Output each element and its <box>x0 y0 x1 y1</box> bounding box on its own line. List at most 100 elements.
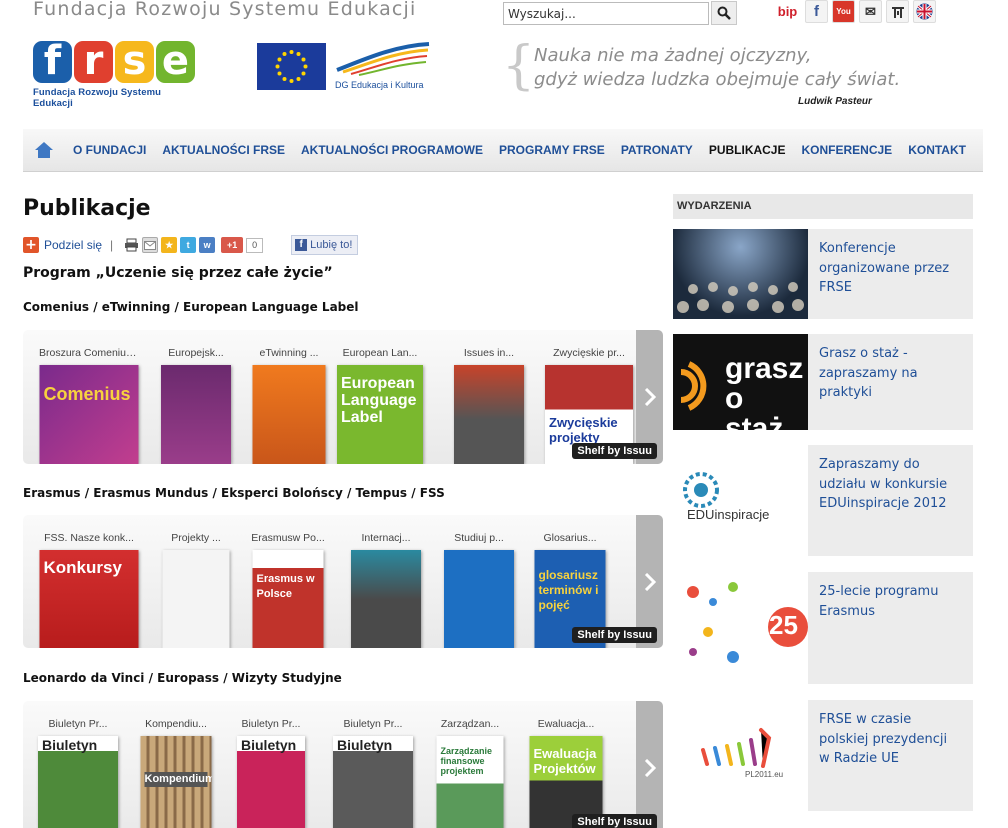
shelf-book[interactable]: Biuletyn Pr... Biuletyn <box>28 718 128 828</box>
event-item[interactable]: PL2011.eu FRSE w czasie polskiej prezyde… <box>673 700 973 811</box>
bip-link[interactable]: bip <box>774 0 801 23</box>
event-title[interactable]: Konferencje organizowane przez FRSE <box>819 239 959 298</box>
book-title: Europejsk... <box>168 347 224 359</box>
book-title: eTwinning ... <box>259 347 319 359</box>
print-icon[interactable] <box>123 237 140 253</box>
banner-text: 25 <box>769 610 798 640</box>
book-title: Ewaluacja... <box>537 718 595 730</box>
nav-item-konferencje[interactable]: KONFERENCJE <box>794 143 901 157</box>
nav-item-kontakt[interactable]: KONTAKT <box>900 143 974 157</box>
book-cover: Biuletyn <box>333 736 413 828</box>
nav-item-aktualnosci-programowe[interactable]: AKTUALNOŚCI PROGRAMOWE <box>293 143 491 157</box>
page-title: Publikacje <box>23 196 151 221</box>
book-title: Biuletyn Pr... <box>343 718 403 730</box>
shelf-book[interactable]: Projekty ... <box>146 532 246 648</box>
book-cover <box>161 365 231 464</box>
facebook-icon[interactable]: f <box>805 0 828 23</box>
book-title: Kompendiu... <box>145 718 207 730</box>
event-item[interactable]: EDUinspiracje Zapraszamy do udziału w ko… <box>673 445 973 556</box>
share-label[interactable]: Podziel się <box>44 238 102 252</box>
book-title: Biuletyn Pr... <box>48 718 108 730</box>
facebook-like-button[interactable]: f Lubię to! <box>291 235 359 255</box>
email-share-icon[interactable] <box>142 237 159 253</box>
chevron-right-icon <box>644 388 656 406</box>
shelf-book[interactable]: Biuletyn Pr... Biuletyn <box>323 718 423 828</box>
gplus-button[interactable]: +1 <box>221 237 244 253</box>
event-item[interactable]: grasz o staż Grasz o staż - zapraszamy n… <box>673 334 973 430</box>
search-input[interactable] <box>503 2 709 25</box>
book-title: Erasmusw Po... <box>251 532 325 544</box>
gplus-count: 0 <box>246 237 264 253</box>
favorite-star-icon[interactable]: ★ <box>161 237 178 253</box>
email-icon[interactable]: ✉ <box>859 0 882 23</box>
nav-item-programy-frse[interactable]: PROGRAMY FRSE <box>491 143 613 157</box>
home-button[interactable] <box>23 129 65 172</box>
shelf-book[interactable]: Biuletyn Pr... Biuletyn <box>221 718 321 828</box>
shelf-book[interactable]: Zarządzan... Zarządzanie finansowe proje… <box>420 718 520 828</box>
search-button[interactable] <box>711 1 737 25</box>
frse-logo[interactable]: f r s e Fundacja Rozwoju Systemu Edukacj… <box>33 41 203 109</box>
issuu-shelf-comenius: Broszura Comenius... Comenius Europejsk.… <box>23 330 663 464</box>
shelf-book[interactable]: Glosarius... glosariusz terminów i pojęć <box>520 532 620 648</box>
shelf-book[interactable]: Ewaluacja... Ewaluacja Projektów <box>516 718 616 828</box>
share-separator: | <box>110 238 114 252</box>
nav-item-aktualnosci-frse[interactable]: AKTUALNOŚCI FRSE <box>154 143 293 157</box>
uk-flag-icon[interactable] <box>913 0 936 23</box>
shelf-book[interactable]: eTwinning ... <box>239 347 339 464</box>
quote-brace-icon: { <box>502 36 536 96</box>
shelf-book[interactable]: FSS. Nasze konk... Konkursy <box>39 532 139 648</box>
conference-photo <box>673 229 808 319</box>
event-item[interactable]: Konferencje organizowane przez FRSE <box>673 229 973 319</box>
cover-text: glosariusz terminów i pojęć <box>538 568 599 612</box>
event-title[interactable]: 25-lecie programu Erasmus <box>819 582 959 621</box>
shelf-by-issuu-badge[interactable]: Shelf by Issuu <box>572 814 657 828</box>
logo-letter-r: r <box>74 41 113 83</box>
shelf-by-issuu-badge[interactable]: Shelf by Issuu <box>572 627 657 643</box>
eu-flag-logo[interactable] <box>257 43 326 90</box>
shelf-book[interactable]: Broszura Comenius... Comenius <box>39 347 139 464</box>
quote-author: Ludwik Pasteur <box>798 96 872 107</box>
event-title[interactable]: Zapraszamy do udziału w konkursie EDUins… <box>819 455 959 514</box>
book-cover: Biuletyn <box>237 736 305 828</box>
wykop-icon[interactable]: w <box>199 237 216 253</box>
book-cover <box>454 365 524 464</box>
dg-education-logo[interactable]: DG Edukacja i Kultura <box>333 40 433 92</box>
cover-text: Kompendium <box>144 772 212 787</box>
cover-text: Konkursy <box>43 558 122 577</box>
shelf-by-issuu-badge[interactable]: Shelf by Issuu <box>572 443 657 459</box>
twitter-icon[interactable]: t <box>180 237 197 253</box>
nav-item-o-fundacji[interactable]: O FUNDACJI <box>65 143 154 157</box>
shelf-book[interactable]: Kompendiu... Kompendium <box>126 718 226 828</box>
site-title: Fundacja Rozwoju Systemu Edukacji <box>33 0 417 20</box>
logo-letter-e: e <box>156 41 195 83</box>
quote-line-1: Nauka nie ma żadnej ojczyzny, <box>534 45 812 66</box>
banner-text: EDUinspiracje <box>687 507 770 522</box>
social-links: bip f You ✉ <box>774 0 936 23</box>
shelf-book[interactable]: Erasmusw Po... Erasmus w Polsce <box>238 532 338 648</box>
shelf-book[interactable]: Europejsk... <box>146 347 246 464</box>
nav-item-publikacje[interactable]: PUBLIKACJE <box>701 143 794 157</box>
nav-item-patronaty[interactable]: PATRONATY <box>613 143 701 157</box>
chevron-right-icon <box>644 759 656 777</box>
share-plus-icon[interactable]: + <box>23 237 39 253</box>
shelf-book[interactable]: Internacj... <box>336 532 436 648</box>
book-title: Zwycięskie pr... <box>553 347 625 359</box>
event-item[interactable]: 25 25-lecie programu Erasmus <box>673 572 973 684</box>
shelf-book[interactable]: Studiuj p... <box>429 532 529 648</box>
shelf-book[interactable]: European Lan... European Language Label <box>330 347 430 464</box>
book-cover <box>252 365 326 464</box>
book-title: Zarządzan... <box>440 718 500 730</box>
accessibility-icon[interactable] <box>886 0 909 23</box>
youtube-icon[interactable]: You <box>832 0 855 23</box>
book-title: Glosarius... <box>543 532 597 544</box>
event-title[interactable]: Grasz o staż - zapraszamy na praktyki <box>819 344 959 403</box>
book-cover: Kompendium <box>140 736 212 828</box>
event-title[interactable]: FRSE w czasie polskiej prezydencji w Rad… <box>819 710 959 769</box>
shelf-book[interactable]: Issues in... <box>439 347 539 464</box>
cover-text: Biuletyn <box>337 737 393 753</box>
banner-text: PL2011.eu <box>745 770 784 779</box>
shelf-next-button[interactable] <box>636 701 663 828</box>
book-title: Issues in... <box>463 347 515 359</box>
eduinspiracje-logo: EDUinspiracje <box>673 445 808 556</box>
shelf-book[interactable]: Zwycięskie pr... Zwycięskie projekty <box>539 347 639 464</box>
